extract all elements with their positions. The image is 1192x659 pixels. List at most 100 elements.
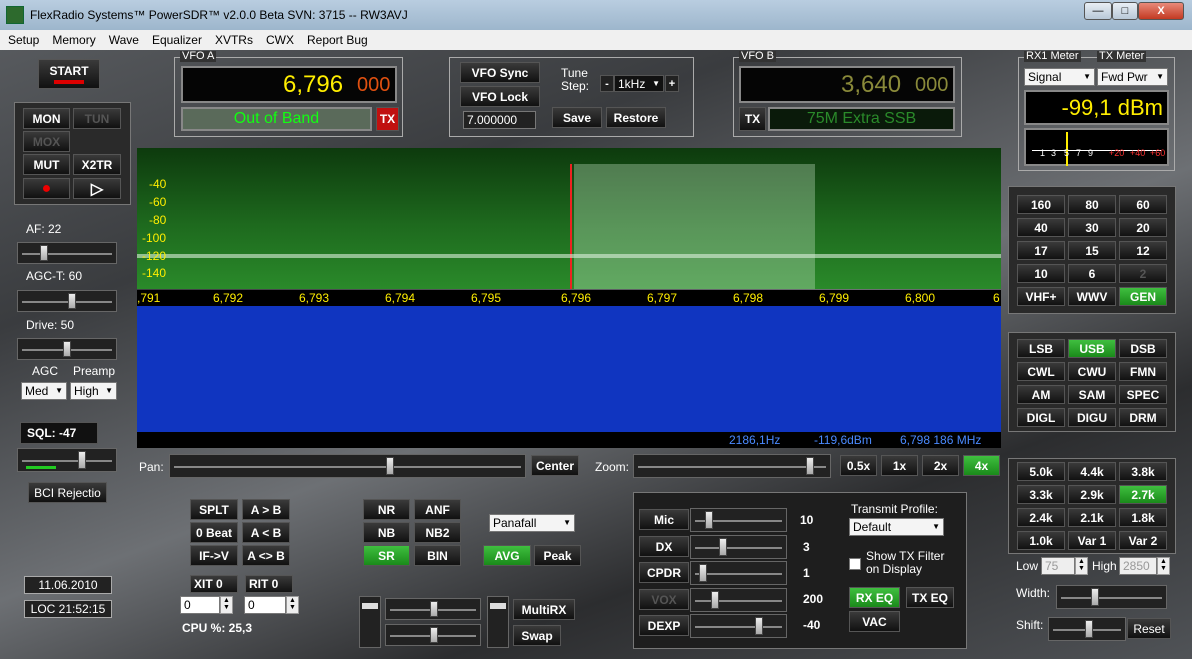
mode-dsb-button[interactable]: DSB xyxy=(1119,339,1167,358)
dexp-button[interactable]: DEXP xyxy=(639,615,689,636)
rx2-pan-thumb[interactable] xyxy=(430,627,438,643)
tun-button[interactable]: TUN xyxy=(73,108,121,129)
filter-low-spinner[interactable]: ▲ ▼ xyxy=(1075,557,1088,575)
zoom-1x-button[interactable]: 1x xyxy=(881,455,918,476)
rx2-volume-thumb[interactable] xyxy=(490,603,506,609)
band-60-button[interactable]: 60 xyxy=(1119,195,1167,214)
filter-high-spinner[interactable]: ▲ ▼ xyxy=(1157,557,1170,575)
tune-step-minus[interactable]: - xyxy=(600,75,614,92)
rx-eq-button[interactable]: RX EQ xyxy=(849,587,900,608)
rx1-volume-thumb[interactable] xyxy=(362,603,378,609)
b-to-a-button[interactable]: A < B xyxy=(242,522,290,543)
sql-button[interactable]: SQL: -47 xyxy=(20,422,98,444)
tune-step-plus[interactable]: + xyxy=(665,75,679,92)
restore-button[interactable]: Restore xyxy=(606,107,666,128)
menu-wave[interactable]: Wave xyxy=(109,33,139,47)
close-button[interactable]: X xyxy=(1138,2,1184,20)
filter-var2-button[interactable]: Var 2 xyxy=(1119,531,1167,550)
multirx-button[interactable]: MultiRX xyxy=(513,599,575,620)
filter-3.3k-button[interactable]: 3.3k xyxy=(1017,485,1065,504)
vfo-lock-button[interactable]: VFO Lock xyxy=(460,86,540,107)
band-2-button[interactable]: 2 xyxy=(1119,264,1167,283)
bin-button[interactable]: BIN xyxy=(414,545,461,566)
vfob-freq-display[interactable]: 3,640 000 xyxy=(739,66,955,103)
center-button[interactable]: Center xyxy=(531,455,579,476)
band-17-button[interactable]: 17 xyxy=(1017,241,1065,260)
show-tx-filter-checkbox[interactable] xyxy=(849,558,861,570)
sr-button[interactable]: SR xyxy=(363,545,410,566)
preamp-select[interactable]: High xyxy=(70,382,117,400)
band-40-button[interactable]: 40 xyxy=(1017,218,1065,237)
a-to-b-button[interactable]: A > B xyxy=(242,499,290,520)
mic-button[interactable]: Mic xyxy=(639,509,689,530)
mode-digl-button[interactable]: DIGL xyxy=(1017,408,1065,427)
menu-memory[interactable]: Memory xyxy=(52,33,95,47)
menu-equalizer[interactable]: Equalizer xyxy=(152,33,202,47)
save-button[interactable]: Save xyxy=(552,107,602,128)
af-slider[interactable] xyxy=(17,242,117,264)
rx1-volume-vslider[interactable] xyxy=(359,596,381,648)
mic-slider[interactable] xyxy=(690,508,787,532)
rit-button[interactable]: RIT 0 xyxy=(245,575,293,593)
zoom-0.5x-button[interactable]: 0.5x xyxy=(840,455,877,476)
mode-digu-button[interactable]: DIGU xyxy=(1068,408,1116,427)
filter-var1-button[interactable]: Var 1 xyxy=(1068,531,1116,550)
agc-select[interactable]: Med xyxy=(21,382,67,400)
nb-button[interactable]: NB xyxy=(363,522,410,543)
rit-input[interactable]: 0 xyxy=(244,596,286,614)
peak-button[interactable]: Peak xyxy=(534,545,581,566)
rx2-gain-slider[interactable] xyxy=(385,598,481,620)
play-button[interactable]: ▷ xyxy=(73,178,121,199)
zoom-4x-button[interactable]: 4x xyxy=(963,455,1000,476)
start-button[interactable]: START xyxy=(38,59,100,89)
bci-rejection-button[interactable]: BCI Rejectio xyxy=(28,482,107,503)
drive-slider[interactable] xyxy=(17,338,117,360)
zero-beat-button[interactable]: 0 Beat xyxy=(190,522,238,543)
dx-slider-thumb[interactable] xyxy=(719,538,727,556)
zoom-2x-button[interactable]: 2x xyxy=(922,455,959,476)
display-mode-select[interactable]: Panafall xyxy=(489,514,575,532)
band-15-button[interactable]: 15 xyxy=(1068,241,1116,260)
mode-usb-button[interactable]: USB xyxy=(1068,339,1116,358)
dx-slider[interactable] xyxy=(690,535,787,559)
agct-slider-thumb[interactable] xyxy=(68,293,76,309)
tx-eq-button[interactable]: TX EQ xyxy=(906,587,954,608)
mode-sam-button[interactable]: SAM xyxy=(1068,385,1116,404)
mode-lsb-button[interactable]: LSB xyxy=(1017,339,1065,358)
vox-button[interactable]: VOX xyxy=(639,589,689,610)
tx-meter-select[interactable]: Fwd Pwr xyxy=(1097,68,1168,86)
agct-slider[interactable] xyxy=(17,290,117,312)
filter-reset-button[interactable]: Reset xyxy=(1127,618,1171,639)
pan-slider-thumb[interactable] xyxy=(386,457,394,475)
filter-5.0k-button[interactable]: 5.0k xyxy=(1017,462,1065,481)
dexp-slider-thumb[interactable] xyxy=(755,617,763,635)
vfoa-tx-button[interactable]: TX xyxy=(376,107,399,131)
minimize-button[interactable]: — xyxy=(1084,2,1112,20)
rx2-pan-slider[interactable] xyxy=(385,624,481,646)
filter-2.4k-button[interactable]: 2.4k xyxy=(1017,508,1065,527)
avg-button[interactable]: AVG xyxy=(483,545,531,566)
rx2-volume-vslider[interactable] xyxy=(487,596,509,648)
filter-high-input[interactable]: 2850 xyxy=(1119,557,1157,575)
maximize-button[interactable]: □ xyxy=(1112,2,1138,20)
filter-low-input[interactable]: 75 xyxy=(1041,557,1075,575)
band-160-button[interactable]: 160 xyxy=(1017,195,1065,214)
a-swap-b-button[interactable]: A <> B xyxy=(242,545,290,566)
filter-2.7k-button[interactable]: 2.7k xyxy=(1119,485,1167,504)
filter-width-slider[interactable] xyxy=(1056,585,1167,609)
mox-button[interactable]: MOX xyxy=(23,131,70,152)
band-wwv-button[interactable]: WWV xyxy=(1068,287,1116,306)
band-10-button[interactable]: 10 xyxy=(1017,264,1065,283)
vox-slider[interactable] xyxy=(690,588,787,612)
rx-meter-select[interactable]: Signal xyxy=(1024,68,1095,86)
if-to-v-button[interactable]: IF->V xyxy=(190,545,238,566)
mode-cwl-button[interactable]: CWL xyxy=(1017,362,1065,381)
split-button[interactable]: SPLT xyxy=(190,499,238,520)
vfo-sync-button[interactable]: VFO Sync xyxy=(460,62,540,83)
rit-spinner[interactable]: ▲ ▼ xyxy=(286,596,299,614)
band-80-button[interactable]: 80 xyxy=(1068,195,1116,214)
mut-button[interactable]: MUT xyxy=(23,154,70,175)
sql-slider[interactable] xyxy=(17,448,117,472)
dx-button[interactable]: DX xyxy=(639,536,689,557)
band-30-button[interactable]: 30 xyxy=(1068,218,1116,237)
